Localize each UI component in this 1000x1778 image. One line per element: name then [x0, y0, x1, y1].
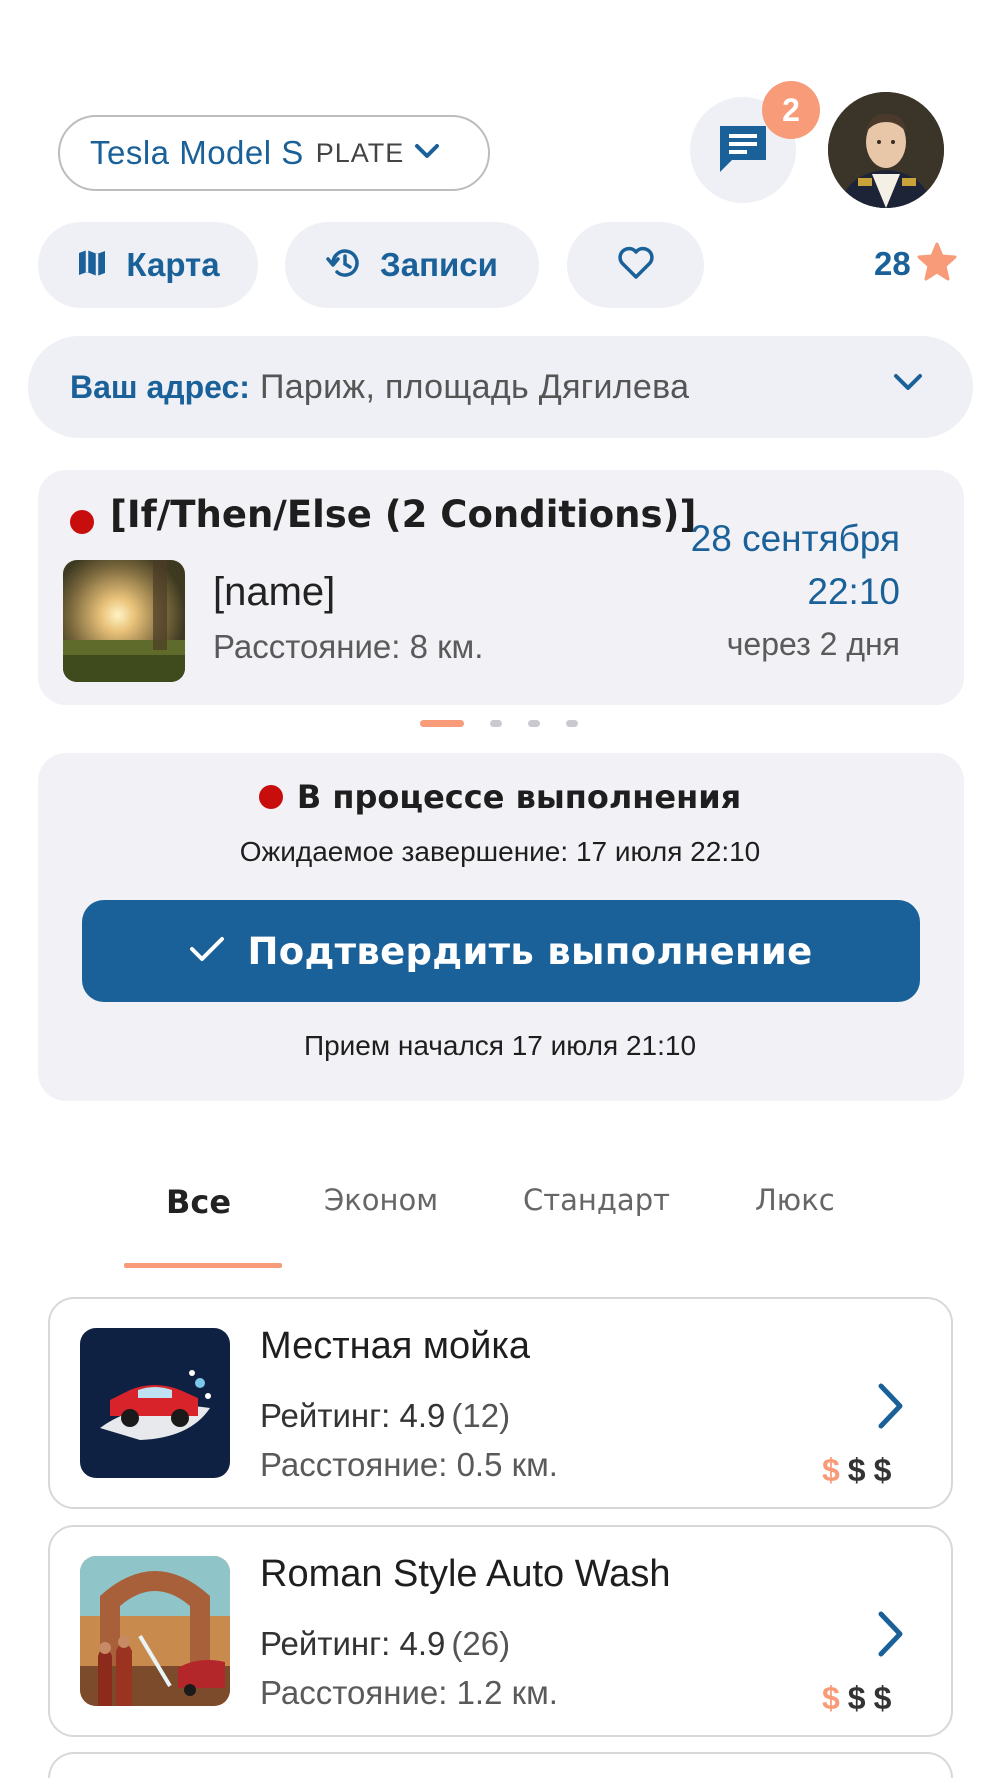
carousel-indicator [420, 720, 604, 727]
booking-name: [name] [213, 570, 336, 614]
shop-distance: Расстояние: 1.2 км. [260, 1674, 558, 1711]
car-selector[interactable]: Tesla Model S PLATE [58, 115, 490, 191]
booking-image [63, 560, 185, 682]
shop-name: Местная мойка [260, 1325, 530, 1367]
carousel-dot[interactable] [528, 720, 540, 727]
check-icon [189, 935, 225, 967]
map-label: Карта [126, 246, 220, 283]
history-icon [326, 246, 362, 284]
shop-rating: Рейтинг: 4.9 (12) [260, 1397, 510, 1435]
progress-status: В процессе выполнения [296, 778, 742, 816]
booking-date: 28 сентября [690, 518, 900, 559]
active-tab-indicator [124, 1263, 282, 1268]
tab-economy[interactable]: Эконом [324, 1183, 438, 1217]
car-name: Tesla Model S [90, 134, 304, 171]
shop-rating: Рейтинг: 4.9 (26) [260, 1625, 510, 1663]
records-label: Записи [380, 246, 498, 283]
rating-label: Рейтинг: [260, 1397, 391, 1434]
carousel-dot[interactable] [566, 720, 578, 727]
heart-icon [617, 246, 655, 284]
chevron-right-icon[interactable] [876, 1382, 906, 1434]
tab-standard[interactable]: Стандарт [523, 1183, 670, 1217]
map-button[interactable]: Карта [38, 222, 258, 308]
chevron-down-icon [893, 372, 923, 396]
review-count: (12) [451, 1397, 511, 1434]
progress-eta: Ожидаемое завершение: 17 июля 22:10 [239, 836, 761, 867]
progress-started: Прием начался 17 июля 21:10 [303, 1030, 697, 1061]
shop-name: Roman Style Auto Wash [260, 1553, 671, 1595]
booking-relative-time: через 2 дня [726, 626, 900, 662]
address-selector[interactable]: Ваш адрес: Париж, площадь Дягилева [28, 336, 973, 438]
progress-header: В процессе выполнения [0, 778, 1000, 816]
tab-all[interactable]: Все [166, 1183, 231, 1221]
booking-time: 22:10 [807, 571, 900, 612]
chat-icon [716, 122, 770, 178]
car-plate: PLATE [315, 137, 405, 168]
rating-value: 4.9 [399, 1397, 446, 1434]
chat-badge: 2 [762, 81, 820, 139]
price-level: $$$ [822, 1680, 900, 1716]
shop-logo [80, 1328, 230, 1478]
chevron-down-icon [414, 142, 440, 164]
avatar[interactable] [828, 92, 944, 208]
rating-value: 4.9 [399, 1625, 446, 1662]
booking-distance: Расстояние: 8 км. [213, 628, 484, 665]
review-count: (26) [451, 1625, 511, 1662]
address-label: Ваш адрес: [70, 368, 250, 405]
points-counter[interactable]: 28 [874, 238, 959, 290]
address-value: Париж, площадь Дягилева [259, 367, 690, 406]
shop-distance: Расстояние: 0.5 км. [260, 1446, 558, 1483]
confirm-button[interactable]: Подтвердить выполнение [82, 900, 920, 1002]
chevron-right-icon[interactable] [876, 1610, 906, 1662]
booking-title: [If/Then/Else (2 Conditions)] [110, 493, 697, 536]
records-button[interactable]: Записи [285, 222, 539, 308]
favorites-button[interactable] [567, 222, 704, 308]
map-icon [76, 247, 108, 283]
shop-logo [80, 1556, 230, 1706]
star-icon [915, 240, 959, 288]
confirm-label: Подтвердить выполнение [247, 929, 813, 973]
status-dot [258, 785, 283, 809]
price-level: $$$ [822, 1452, 900, 1488]
tab-lux[interactable]: Люкс [755, 1183, 835, 1217]
carousel-dot[interactable] [420, 720, 464, 727]
rating-label: Рейтинг: [260, 1625, 391, 1662]
points-value: 28 [874, 245, 911, 282]
shop-card[interactable] [48, 1752, 953, 1778]
carousel-dot[interactable] [490, 720, 502, 727]
status-dot [70, 510, 94, 534]
booking-datetime: 28 сентября 22:10 [691, 512, 900, 618]
